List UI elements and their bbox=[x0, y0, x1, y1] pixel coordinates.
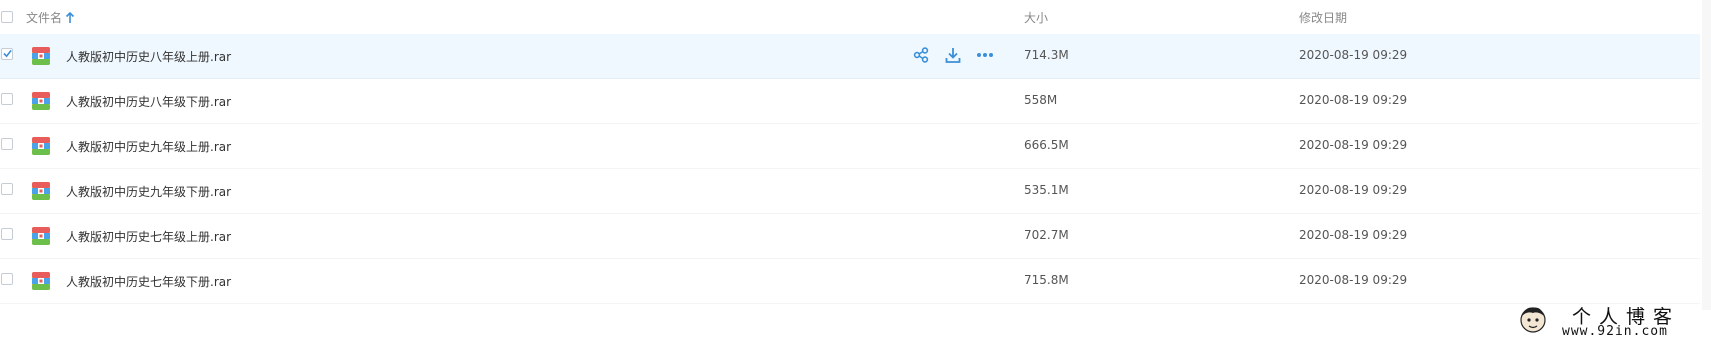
row-checkbox[interactable] bbox=[1, 138, 13, 150]
row-checkbox[interactable] bbox=[1, 48, 13, 60]
file-modified-date: 2020-08-19 09:29 bbox=[1299, 228, 1408, 242]
file-size: 702.7M bbox=[1024, 228, 1069, 242]
file-row[interactable]: 人教版初中历史九年级上册.rar 666.5M 2020-08-19 09:29 bbox=[0, 124, 1700, 169]
more-dots-icon[interactable] bbox=[976, 46, 994, 64]
file-modified-date: 2020-08-19 09:29 bbox=[1299, 138, 1408, 152]
rar-archive-icon bbox=[31, 181, 51, 201]
column-header-size[interactable]: 大小 bbox=[1024, 9, 1048, 26]
file-row[interactable]: 人教版初中历史七年级下册.rar 715.8M 2020-08-19 09:29 bbox=[0, 259, 1700, 304]
file-name[interactable]: 人教版初中历史八年级下册.rar bbox=[66, 93, 231, 110]
file-size: 714.3M bbox=[1024, 48, 1069, 62]
select-all-checkbox[interactable] bbox=[1, 11, 13, 23]
rar-archive-icon bbox=[31, 46, 51, 66]
rar-archive-icon bbox=[31, 136, 51, 156]
file-modified-date: 2020-08-19 09:29 bbox=[1299, 183, 1408, 197]
column-header-name-label: 文件名 bbox=[26, 11, 63, 25]
file-size: 535.1M bbox=[1024, 183, 1069, 197]
file-name[interactable]: 人教版初中历史七年级上册.rar bbox=[66, 228, 231, 245]
watermark-url: www.92in.com bbox=[1562, 324, 1668, 339]
file-list-page: 文件名 大小 修改日期 人教版初中历史八年级上册.rar 714.3M 2020-0… bbox=[0, 0, 1711, 345]
cartoon-face-icon bbox=[1520, 307, 1546, 333]
file-name[interactable]: 人教版初中历史七年级下册.rar bbox=[66, 273, 231, 290]
watermark: 个人博客 www.92in.com bbox=[1518, 300, 1706, 342]
file-name[interactable]: 人教版初中历史九年级下册.rar bbox=[66, 183, 231, 200]
row-checkbox[interactable] bbox=[1, 228, 13, 240]
rar-archive-icon bbox=[31, 91, 51, 111]
arrow-up-icon bbox=[65, 11, 75, 23]
file-size: 666.5M bbox=[1024, 138, 1069, 152]
row-checkbox[interactable] bbox=[1, 273, 13, 285]
file-modified-date: 2020-08-19 09:29 bbox=[1299, 93, 1408, 107]
file-list-header: 文件名 大小 修改日期 bbox=[0, 0, 1700, 35]
share-icon[interactable] bbox=[912, 46, 930, 64]
file-list: 人教版初中历史八年级上册.rar 714.3M 2020-08-19 09:29 人教… bbox=[0, 34, 1700, 304]
file-row[interactable]: 人教版初中历史八年级下册.rar 558M 2020-08-19 09:29 bbox=[0, 79, 1700, 124]
column-header-name[interactable]: 文件名 bbox=[26, 9, 75, 26]
file-row[interactable]: 人教版初中历史八年级上册.rar 714.3M 2020-08-19 09:29 bbox=[0, 34, 1700, 79]
file-row[interactable]: 人教版初中历史七年级上册.rar 702.7M 2020-08-19 09:29 bbox=[0, 214, 1700, 259]
file-size: 558M bbox=[1024, 93, 1058, 107]
download-icon[interactable] bbox=[944, 46, 962, 64]
file-name[interactable]: 人教版初中历史八年级上册.rar bbox=[66, 48, 231, 65]
file-modified-date: 2020-08-19 09:29 bbox=[1299, 48, 1408, 62]
file-size: 715.8M bbox=[1024, 273, 1069, 287]
file-row[interactable]: 人教版初中历史九年级下册.rar 535.1M 2020-08-19 09:29 bbox=[0, 169, 1700, 214]
row-checkbox[interactable] bbox=[1, 183, 13, 195]
scrollbar[interactable] bbox=[1702, 0, 1711, 310]
rar-archive-icon bbox=[31, 226, 51, 246]
row-actions bbox=[912, 46, 994, 64]
file-name[interactable]: 人教版初中历史九年级上册.rar bbox=[66, 138, 231, 155]
row-checkbox[interactable] bbox=[1, 93, 13, 105]
check-icon bbox=[3, 49, 12, 58]
rar-archive-icon bbox=[31, 271, 51, 291]
column-header-date[interactable]: 修改日期 bbox=[1299, 9, 1347, 26]
file-modified-date: 2020-08-19 09:29 bbox=[1299, 273, 1408, 287]
